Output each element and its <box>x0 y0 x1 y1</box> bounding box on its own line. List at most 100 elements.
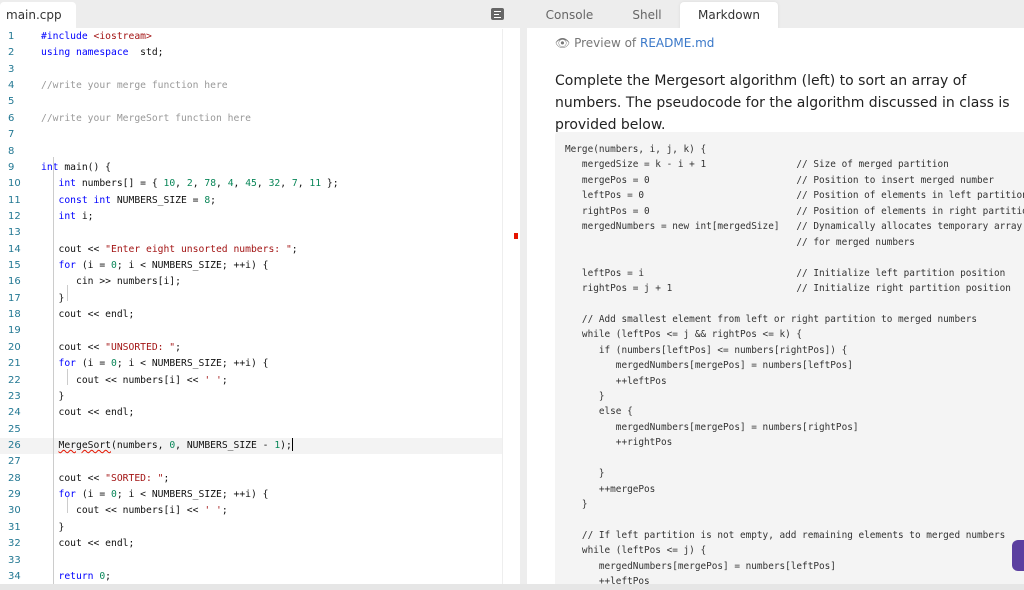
code-line[interactable]: 28 cout << "SORTED: "; <box>0 471 502 487</box>
output-tabs: Console Shell Markdown <box>527 0 1024 29</box>
code-line[interactable]: 11 const int NUMBERS_SIZE = 8; <box>0 193 502 209</box>
readme-link[interactable]: README.md <box>640 36 714 50</box>
editor-tab-bar: main.cpp <box>0 0 520 29</box>
line-code: for (i = 0; i < NUMBERS_SIZE; ++i) { <box>41 487 269 503</box>
code-line[interactable]: 22 cout << numbers[i] << ' '; <box>0 373 502 389</box>
code-line[interactable]: 13 <box>0 225 502 241</box>
line-number: 17 <box>8 292 21 304</box>
code-token: i; <box>76 210 94 222</box>
code-token: ; <box>175 341 181 353</box>
code-token: cout << endl; <box>41 309 135 321</box>
text-cursor <box>291 438 293 452</box>
horizontal-scrollbar[interactable] <box>0 584 1024 590</box>
markdown-preview: 👁︎ Preview of README.md Complete the Mer… <box>527 28 1024 584</box>
file-tab-main-cpp[interactable]: main.cpp <box>0 2 76 29</box>
code-line[interactable]: 12 int i; <box>0 209 502 225</box>
code-line[interactable]: 9 int main() { <box>0 160 502 176</box>
line-number: 8 <box>8 145 15 157</box>
line-code: //write your MergeSort function here <box>41 111 251 127</box>
code-line[interactable]: 5 <box>0 94 502 110</box>
code-line[interactable]: 8 <box>0 144 502 160</box>
code-line[interactable]: 30 cout << numbers[i] << ' '; <box>0 503 502 519</box>
pseudocode-block: Merge(numbers, i, j, k) { mergedSize = k… <box>555 132 1024 584</box>
code-line[interactable]: 24 cout << endl; <box>0 405 502 421</box>
pseudocode-line: rightPos = 0 // Position of elements in … <box>565 205 1024 217</box>
code-token: 32 <box>268 178 281 190</box>
code-line[interactable]: 33 <box>0 553 502 569</box>
code-line[interactable]: 15 for (i = 0; i < NUMBERS_SIZE; ++i) { <box>0 258 502 274</box>
tab-markdown[interactable]: Markdown <box>680 2 778 29</box>
preview-header: 👁︎ Preview of README.md <box>555 36 714 50</box>
pane-divider[interactable] <box>520 0 527 584</box>
code-line[interactable]: 26 MergeSort(numbers, 0, NUMBERS_SIZE - … <box>0 437 502 455</box>
code-line[interactable]: 21 for (i = 0; i < NUMBERS_SIZE; ++i) { <box>0 356 502 372</box>
editor-scrollbar[interactable] <box>502 29 518 584</box>
line-code: cout << "SORTED: "; <box>41 471 169 487</box>
line-number: 20 <box>8 341 21 353</box>
code-line[interactable]: 17 } <box>0 291 502 307</box>
code-line[interactable]: 32 cout << endl; <box>0 536 502 552</box>
code-line[interactable]: 1 #include <iostream> <box>0 29 502 45</box>
code-token: "SORTED: " <box>105 472 164 484</box>
line-number: 31 <box>8 521 21 533</box>
floating-action-button[interactable] <box>1012 540 1024 571</box>
code-token: ; i < NUMBERS_SIZE; ++i) { <box>116 489 269 501</box>
line-number: 3 <box>8 63 15 75</box>
code-line[interactable]: 23 } <box>0 389 502 405</box>
code-line[interactable]: 27 <box>0 454 502 470</box>
code-line[interactable]: 16 cin >> numbers[i]; <box>0 274 502 290</box>
code-editor[interactable]: 1 #include <iostream> 2 using namespace std… <box>0 29 502 584</box>
line-code: cout << endl; <box>41 307 134 323</box>
code-line[interactable]: 20 cout << "UNSORTED: "; <box>0 340 502 356</box>
pseudocode-line: rightPos = j + 1 // Initialize right par… <box>565 282 1011 294</box>
code-line[interactable]: 6 //write your MergeSort function here <box>0 111 502 127</box>
code-line[interactable]: 10 int numbers[] = { 10, 2, 78, 4, 45, 3… <box>0 176 502 192</box>
code-line[interactable]: 34 return 0; <box>0 569 502 584</box>
code-token: "Enter eight unsorted numbers: " <box>105 243 292 255</box>
line-number: 33 <box>8 554 21 566</box>
intro-text: Complete the Mergesort algorithm (left) … <box>555 73 1010 133</box>
tab-console[interactable]: Console <box>527 2 612 29</box>
code-line[interactable]: 18 cout << endl; <box>0 307 502 323</box>
code-token: "UNSORTED: " <box>105 341 176 353</box>
code-token: ' ' <box>204 505 222 517</box>
line-code: #include <iostream> <box>41 29 152 45</box>
tab-shell[interactable]: Shell <box>612 2 682 29</box>
line-number: 34 <box>8 570 21 582</box>
code-token: cout << <box>41 243 106 255</box>
code-token: (i = <box>76 489 111 501</box>
code-token: for <box>58 358 77 370</box>
code-token: const int <box>58 194 112 206</box>
preview-label: Preview of <box>574 36 637 50</box>
code-line[interactable]: 31 } <box>0 520 502 536</box>
pseudocode-line: // Add smallest element from left or rig… <box>565 313 978 325</box>
pseudocode-line: ++leftPos <box>565 576 650 584</box>
code-token: ); <box>280 439 292 451</box>
pseudocode-line <box>565 296 1024 311</box>
code-token: cout << <box>41 341 106 353</box>
format-icon[interactable] <box>491 8 504 20</box>
code-line[interactable]: 14 cout << "Enter eight unsorted numbers… <box>0 242 502 258</box>
pseudocode-line: } <box>565 468 605 480</box>
pseudocode-line: mergePos = 0 // Position to insert merge… <box>565 174 994 186</box>
pseudocode-line: while (leftPos <= j && rightPos <= k) { <box>565 329 803 341</box>
code-token: 0 <box>93 570 106 582</box>
line-number: 26 <box>8 439 21 451</box>
code-token: cout << endl; <box>41 407 135 419</box>
code-line[interactable]: 2 using namespace std; <box>0 45 502 61</box>
code-line[interactable]: 29 for (i = 0; i < NUMBERS_SIZE; ++i) { <box>0 487 502 503</box>
code-line[interactable]: 7 <box>0 127 502 143</box>
pseudocode-line: ++leftPos <box>565 375 667 387</box>
code-line[interactable]: 19 <box>0 323 502 339</box>
line-number: 30 <box>8 505 21 517</box>
code-token: ; <box>221 505 228 517</box>
line-number: 22 <box>8 374 21 386</box>
code-token: ; <box>210 194 217 206</box>
line-number: 12 <box>8 210 21 222</box>
code-line[interactable]: 25 <box>0 422 502 438</box>
code-line[interactable]: 4 //write your merge function here <box>0 78 502 94</box>
code-line[interactable]: 3 <box>0 62 502 78</box>
